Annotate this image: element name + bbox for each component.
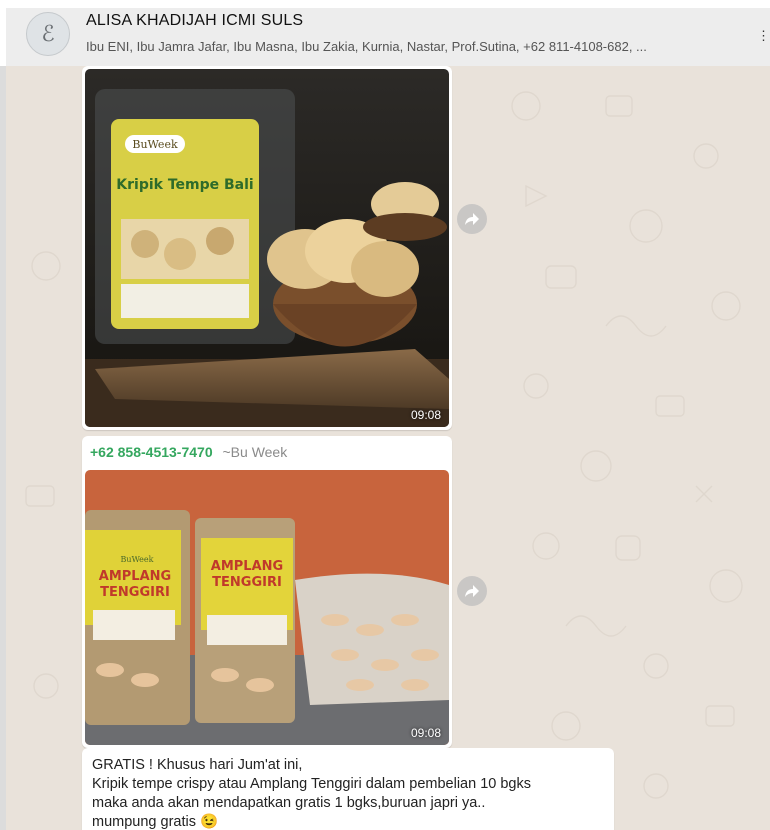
forward-icon <box>465 213 479 225</box>
image-message-1[interactable]: BuWeek Kripik Tempe Bali 09:08 <box>82 66 452 430</box>
text-message[interactable]: GRATIS ! Khusus hari Jum'at ini, Kripik … <box>82 748 614 830</box>
message-line: mumpung gratis 😉 <box>92 814 219 830</box>
menu-icon[interactable]: ⋮ <box>757 28 770 44</box>
package-brand: BuWeek <box>132 138 178 151</box>
group-avatar[interactable]: ℰ <box>26 12 70 56</box>
package-label-line2: TENGGIRI <box>212 575 282 590</box>
package-label: Kripik Tempe Bali <box>116 177 253 193</box>
group-title: ALISA KHADIJAH ICMI SULS <box>86 12 304 29</box>
photo-kripik-tempe[interactable]: BuWeek Kripik Tempe Bali 09:08 <box>85 69 449 427</box>
message-time: 09:08 <box>410 726 441 740</box>
kripik-tempe-photo-graphic: BuWeek Kripik Tempe Bali <box>85 69 449 427</box>
forward-button[interactable] <box>457 204 487 234</box>
package-label-line1: AMPLANG <box>99 569 171 584</box>
group-participants: Ibu ENI, Ibu Jamra Jafar, Ibu Masna, Ibu… <box>86 39 647 54</box>
photo-amplang-tenggiri[interactable]: BuWeek AMPLANG TENGGIRI AMPLANG TENGGIRI… <box>85 470 449 745</box>
forward-button[interactable] <box>457 576 487 606</box>
message-line: GRATIS ! Khusus hari Jum'at ini, <box>92 757 303 773</box>
package-brand: BuWeek <box>121 555 154 564</box>
message-line: Kripik tempe crispy atau Amplang Tenggir… <box>92 776 532 792</box>
sender-line: +62 858-4513-7470 ~Bu Week <box>90 444 287 460</box>
package-label-line2: TENGGIRI <box>100 585 170 600</box>
message-line: maka anda akan mendapatkan gratis 1 bgks… <box>92 795 486 811</box>
package-label-line1: AMPLANG <box>211 559 283 574</box>
chat-header[interactable]: ℰ ALISA KHADIJAH ICMI SULS Ibu ENI, Ibu … <box>6 8 770 67</box>
chat-area[interactable]: BuWeek Kripik Tempe Bali 09:08 +62 858-4… <box>6 66 770 830</box>
forward-icon <box>465 585 479 597</box>
message-time: 09:08 <box>410 408 441 422</box>
amplang-photo-graphic: BuWeek AMPLANG TENGGIRI AMPLANG TENGGIRI <box>85 470 449 745</box>
sender-phone[interactable]: +62 858-4513-7470 <box>90 444 213 460</box>
image-message-2[interactable]: +62 858-4513-7470 ~Bu Week BuWeek AMPLAN… <box>82 436 452 748</box>
sender-name: ~Bu Week <box>222 444 288 460</box>
